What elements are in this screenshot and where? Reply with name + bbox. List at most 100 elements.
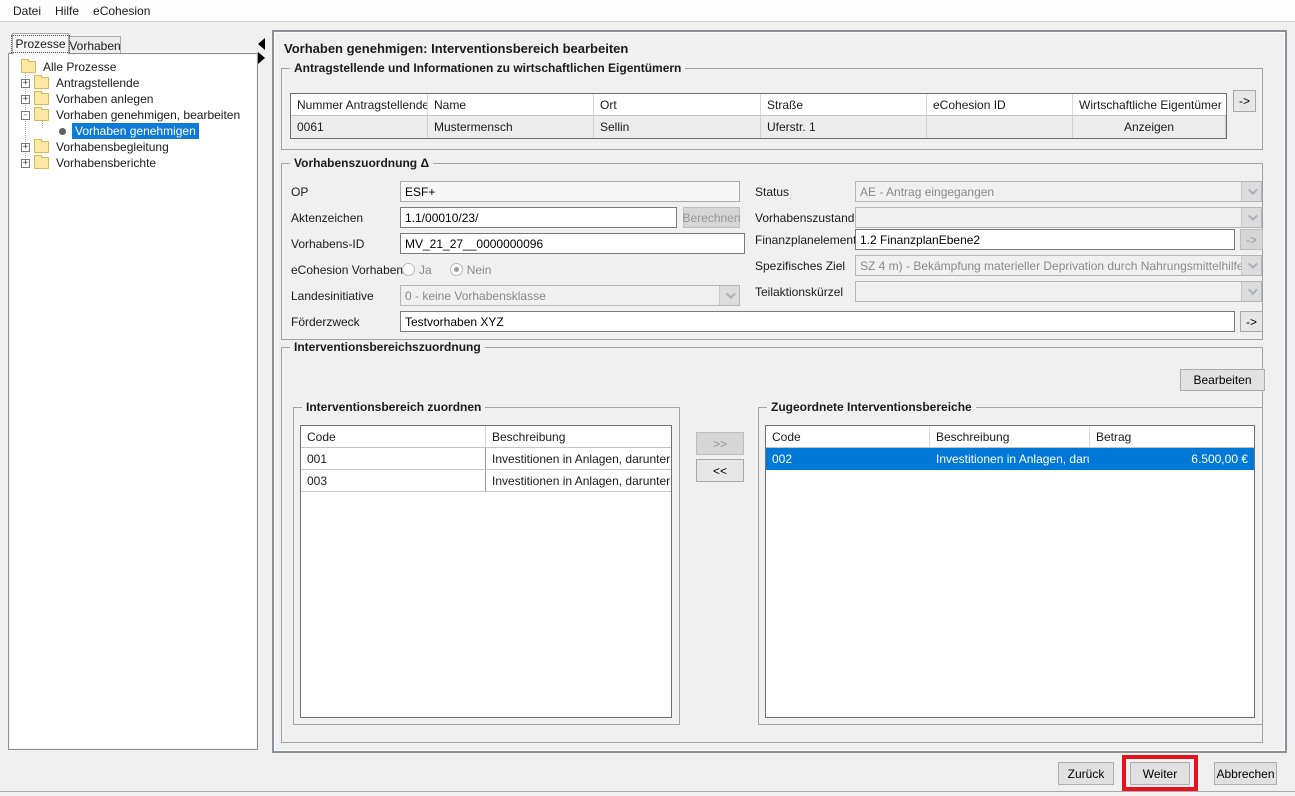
expand-plus-icon[interactable]: +	[21, 143, 30, 152]
applicant-ort: Sellin	[594, 116, 761, 138]
berechnen-button[interactable]: Berechnen	[683, 207, 740, 228]
applicants-table-header: Nummer Antragstellende Name Ort Straße e…	[291, 94, 1226, 116]
assigned-description: Investitionen in Anlagen, darunter	[930, 448, 1090, 470]
page-title: Vorhaben genehmigen: Interventionsbereic…	[284, 41, 628, 56]
radio-nein[interactable]: Nein	[450, 263, 492, 277]
splitter-expand-right-icon[interactable]	[258, 52, 265, 64]
column-header[interactable]: eCohesion ID	[927, 94, 1073, 115]
intervention-legend: Interventionsbereichszuordnung	[290, 340, 485, 354]
chevron-down-icon	[1241, 256, 1261, 275]
aktenzeichen-field[interactable]	[400, 207, 677, 228]
menu-bar: Datei Hilfe eCohesion	[0, 0, 1295, 22]
status-label: Status	[755, 181, 789, 202]
column-header[interactable]: Straße	[761, 94, 927, 115]
foerderzweck-label: Förderzweck	[291, 311, 360, 332]
assigned-legend: Zugeordnete Interventionsbereiche	[767, 400, 976, 414]
available-row[interactable]: 003 Investitionen in Anlagen, darunter a…	[301, 470, 671, 492]
folder-icon	[34, 93, 49, 105]
abbrechen-button[interactable]: Abbrechen	[1214, 762, 1277, 785]
vorhabenszustand-value	[856, 208, 1241, 227]
tab-prozesse-label: Prozesse	[12, 36, 68, 52]
tree-item-label: Antragstellende	[53, 75, 142, 91]
collapse-minus-icon[interactable]: -	[21, 111, 30, 120]
tree-item-vorhaben-genehmigen[interactable]: Vorhaben genehmigen	[59, 123, 199, 139]
op-field[interactable]	[400, 181, 740, 202]
applicants-arrow-button[interactable]: ->	[1233, 90, 1256, 112]
tree-item-label: Alle Prozesse	[40, 59, 119, 75]
assigned-table-header: Code Beschreibung Betrag	[766, 426, 1254, 448]
folder-icon	[34, 109, 49, 121]
spezifisches-ziel-dropdown[interactable]: SZ 4 m) - Bekämpfung materieller Depriva…	[855, 255, 1262, 276]
available-table: Code Beschreibung 001 Investitionen in A…	[300, 425, 672, 718]
radio-checked-icon	[450, 263, 463, 276]
landesinitiative-label: Landesinitiative	[291, 285, 374, 306]
teilaktionskuerzel-value	[856, 282, 1241, 301]
available-table-header: Code Beschreibung	[301, 426, 671, 448]
column-header[interactable]: Wirtschaftliche Eigentümer	[1073, 94, 1226, 115]
folder-icon	[34, 157, 49, 169]
foerderzweck-field[interactable]	[400, 311, 1235, 332]
available-code: 003	[301, 470, 486, 491]
process-tree: Alle Prozesse + Antragstellende + Vorhab…	[8, 53, 258, 750]
assigned-table: Code Beschreibung Betrag 002 Investition…	[765, 425, 1255, 718]
landesinitiative-value: 0 - keine Vorhabensklasse	[401, 286, 719, 305]
available-description: Investitionen in Anlagen, darunter auch	[486, 470, 671, 491]
assign-right-button[interactable]: >>	[696, 432, 744, 455]
expand-plus-icon[interactable]: +	[21, 159, 30, 168]
folder-icon	[21, 61, 36, 73]
tree-item-label: Vorhabensbegleitung	[53, 139, 172, 155]
radio-ja-label: Ja	[419, 263, 432, 277]
applicant-ecohesion-id	[927, 116, 1073, 138]
menu-datei[interactable]: Datei	[6, 2, 48, 20]
tree-item-vorhabensberichte[interactable]: + Vorhabensberichte	[21, 155, 159, 171]
bullet-icon	[59, 128, 66, 135]
available-row[interactable]: 001 Investitionen in Anlagen, darunter a…	[301, 448, 671, 470]
column-header[interactable]: Name	[428, 94, 594, 115]
expand-plus-icon[interactable]: +	[21, 79, 30, 88]
splitter-collapse-left-icon[interactable]	[258, 38, 265, 50]
column-header[interactable]: Nummer Antragstellende	[291, 94, 428, 115]
status-dropdown[interactable]: AE - Antrag eingegangen	[855, 181, 1262, 202]
applicant-nummer: 0061	[291, 116, 428, 138]
available-description: Investitionen in Anlagen, darunter auch	[486, 448, 671, 469]
assigned-row-selected[interactable]: 002 Investitionen in Anlagen, darunter 6…	[766, 448, 1254, 470]
zurueck-button[interactable]: Zurück	[1058, 762, 1114, 785]
tree-item-label-selected: Vorhaben genehmigen	[72, 123, 199, 139]
column-header[interactable]: Code	[301, 426, 486, 447]
vorhabenszustand-dropdown[interactable]	[855, 207, 1262, 228]
anzeigen-button[interactable]: Anzeigen	[1073, 116, 1226, 138]
applicants-legend: Antragstellende und Informationen zu wir…	[290, 61, 685, 75]
tree-item-vorhabensbegleitung[interactable]: + Vorhabensbegleitung	[21, 139, 172, 155]
teilaktionskuerzel-dropdown[interactable]	[855, 281, 1262, 302]
foerderzweck-arrow-button[interactable]: ->	[1240, 311, 1263, 332]
finanzplanelement-arrow-button[interactable]: ->	[1240, 229, 1263, 250]
vorhabens-id-field[interactable]	[400, 233, 745, 254]
tree-item-alle-prozesse[interactable]: Alle Prozesse	[21, 59, 119, 75]
remove-left-button[interactable]: <<	[696, 459, 744, 482]
ecohesion-vorhaben-label: eCohesion Vorhaben	[291, 259, 403, 280]
radio-ja[interactable]: Ja	[402, 263, 432, 277]
applicant-row[interactable]: 0061 Mustermensch Sellin Uferstr. 1 Anze…	[291, 116, 1226, 138]
column-header[interactable]: Betrag	[1090, 426, 1254, 447]
finanzplanelement-field[interactable]	[855, 229, 1235, 250]
bearbeiten-button[interactable]: Bearbeiten	[1180, 369, 1265, 391]
column-header[interactable]: Ort	[594, 94, 761, 115]
tree-item-vorhaben-genehmigen-bearbeiten[interactable]: - Vorhaben genehmigen, bearbeiten	[21, 107, 243, 123]
expand-plus-icon[interactable]: +	[21, 95, 30, 104]
status-value: AE - Antrag eingegangen	[856, 182, 1241, 201]
tree-item-vorhaben-anlegen[interactable]: + Vorhaben anlegen	[21, 91, 156, 107]
menu-ecohesion[interactable]: eCohesion	[86, 2, 157, 20]
window-bottom-strip	[0, 792, 1295, 796]
tab-prozesse[interactable]: Prozesse	[12, 33, 69, 55]
finanzplanelement-label: Finanzplanelement	[755, 229, 856, 250]
applicant-name: Mustermensch	[428, 116, 594, 138]
menu-hilfe[interactable]: Hilfe	[48, 2, 86, 20]
column-header[interactable]: Beschreibung	[486, 426, 671, 447]
column-header[interactable]: Beschreibung	[930, 426, 1090, 447]
tree-item-antragstellende[interactable]: + Antragstellende	[21, 75, 142, 91]
chevron-down-icon	[1241, 208, 1261, 227]
folder-icon	[34, 77, 49, 89]
column-header[interactable]: Code	[766, 426, 930, 447]
vorhabenszustand-label: Vorhabenszustand	[755, 207, 854, 228]
landesinitiative-dropdown[interactable]: 0 - keine Vorhabensklasse	[400, 285, 740, 306]
